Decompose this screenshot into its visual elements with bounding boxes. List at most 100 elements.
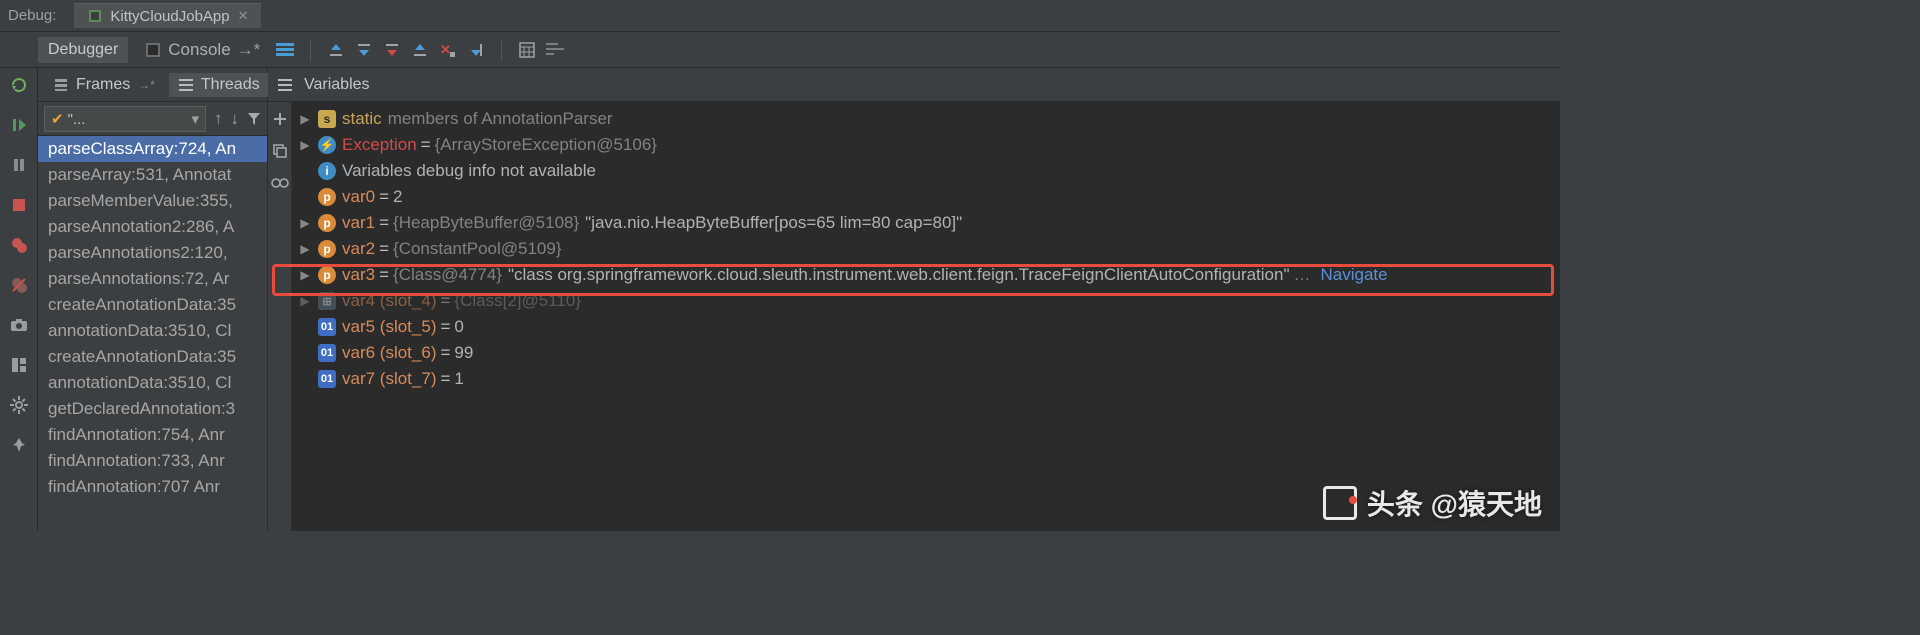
expand-icon[interactable]: ▶ bbox=[298, 112, 312, 126]
drop-frame-icon[interactable]: ✕ bbox=[439, 41, 457, 59]
pin-icon[interactable] bbox=[8, 434, 30, 456]
expand-icon[interactable]: ▶ bbox=[298, 294, 312, 308]
trace-icon[interactable] bbox=[546, 41, 564, 59]
frame-item[interactable]: parseAnnotation2:286, A bbox=[38, 214, 267, 240]
var-var7[interactable]: 01 var7 (slot_7) = 1 bbox=[298, 366, 1554, 392]
navigate-link[interactable]: Navigate bbox=[1321, 265, 1388, 285]
equals: = bbox=[440, 291, 450, 311]
var-var3[interactable]: ▶ p var3 = {Class@4774} "class org.sprin… bbox=[298, 262, 1554, 288]
next-frame-icon[interactable]: ↓ bbox=[231, 109, 240, 129]
console-tab[interactable]: Console →* bbox=[138, 36, 266, 64]
frame-item[interactable]: annotationData:3510, Cl bbox=[38, 318, 267, 344]
console-icon bbox=[144, 41, 162, 59]
param-badge: p bbox=[318, 188, 336, 206]
frame-item[interactable]: getDeclaredAnnotation:3 bbox=[38, 396, 267, 422]
add-watch-icon[interactable] bbox=[271, 110, 289, 128]
frame-item[interactable]: createAnnotationData:35 bbox=[38, 344, 267, 370]
frames-subtabs: Frames →* Threads →* bbox=[38, 68, 267, 102]
frame-item[interactable]: parseAnnotations:72, Ar bbox=[38, 266, 267, 292]
filter-icon[interactable] bbox=[247, 112, 261, 126]
threads-list-icon bbox=[177, 76, 195, 94]
pause-icon[interactable] bbox=[8, 154, 30, 176]
chevron-down-icon: ▾ bbox=[191, 110, 199, 128]
frame-item[interactable]: annotationData:3510, Cl bbox=[38, 370, 267, 396]
debugger-tab[interactable]: Debugger bbox=[38, 37, 128, 63]
frame-item[interactable]: parseMemberValue:355, bbox=[38, 188, 267, 214]
thread-selector[interactable]: ✔"... ▾ bbox=[44, 106, 206, 132]
frame-item[interactable]: findAnnotation:733, Anr bbox=[38, 448, 267, 474]
step-out-icon[interactable] bbox=[411, 41, 429, 59]
variables-body: ▶ s static members of AnnotationParser ▶… bbox=[268, 102, 1560, 531]
thread-name: "... bbox=[68, 111, 86, 128]
rerun-icon[interactable] bbox=[8, 74, 30, 96]
view-breakpoints-icon[interactable] bbox=[8, 234, 30, 256]
var-string: "class org.springframework.cloud.sleuth.… bbox=[508, 265, 1290, 285]
var-name: var1 bbox=[342, 213, 375, 233]
prev-frame-icon[interactable]: ↑ bbox=[214, 109, 223, 129]
var-var4[interactable]: ▶ ⊞ var4 (slot_4) = {Class[2]@5110} bbox=[298, 288, 1554, 314]
camera-icon[interactable] bbox=[8, 314, 30, 336]
info-badge: i bbox=[318, 162, 336, 180]
expand-icon[interactable]: ▶ bbox=[298, 242, 312, 256]
var-string: "java.nio.HeapByteBuffer[pos=65 lim=80 c… bbox=[585, 213, 962, 233]
var-var1[interactable]: ▶ p var1 = {HeapByteBuffer@5108} "java.n… bbox=[298, 210, 1554, 236]
threads-icon[interactable] bbox=[276, 41, 294, 59]
var-name: var2 bbox=[342, 239, 375, 259]
static-badge: s bbox=[318, 110, 336, 128]
resume-icon[interactable] bbox=[8, 114, 30, 136]
frame-item[interactable]: parseClassArray:724, An bbox=[38, 136, 267, 162]
stop-icon[interactable] bbox=[8, 194, 30, 216]
var-exception[interactable]: ▶ ⚡ Exception = {ArrayStoreException@510… bbox=[298, 132, 1554, 158]
equals: = bbox=[379, 213, 389, 233]
var-var6[interactable]: 01 var6 (slot_6) = 99 bbox=[298, 340, 1554, 366]
divider bbox=[501, 39, 502, 61]
step-over-icon[interactable] bbox=[355, 41, 373, 59]
layout-icon[interactable] bbox=[8, 354, 30, 376]
equals: = bbox=[421, 135, 431, 155]
param-badge: p bbox=[318, 266, 336, 284]
pin-icon: →* bbox=[237, 40, 261, 60]
copy-icon[interactable] bbox=[271, 142, 289, 160]
close-icon[interactable]: ✕ bbox=[238, 8, 249, 24]
run-to-cursor-icon[interactable] bbox=[467, 41, 485, 59]
param-badge: p bbox=[318, 240, 336, 258]
step-return-icon[interactable] bbox=[327, 41, 345, 59]
var-static[interactable]: ▶ s static members of AnnotationParser bbox=[298, 106, 1554, 132]
frame-item[interactable]: parseArray:531, Annotat bbox=[38, 162, 267, 188]
frames-tab[interactable]: Frames →* bbox=[44, 73, 163, 97]
frame-item[interactable]: findAnnotation:707 Anr bbox=[38, 474, 267, 500]
expand-icon[interactable]: ▶ bbox=[298, 268, 312, 282]
variables-tree[interactable]: ▶ s static members of AnnotationParser ▶… bbox=[292, 102, 1560, 531]
mute-breakpoints-icon[interactable] bbox=[8, 274, 30, 296]
var-name: var7 (slot_7) bbox=[342, 369, 436, 389]
run-config-tab[interactable]: KittyCloudJobApp ✕ bbox=[74, 3, 260, 28]
expand-icon[interactable]: ▶ bbox=[298, 138, 312, 152]
tab-title: KittyCloudJobApp bbox=[110, 8, 229, 25]
var-var5[interactable]: 01 var5 (slot_5) = 0 bbox=[298, 314, 1554, 340]
settings-icon[interactable] bbox=[8, 394, 30, 416]
evaluate-icon[interactable] bbox=[518, 41, 536, 59]
frame-list[interactable]: parseClassArray:724, AnparseArray:531, A… bbox=[38, 136, 267, 531]
frames-panel: Frames →* Threads →* ✔"... ▾ ↑ ↓ parseCl… bbox=[38, 68, 268, 531]
frame-item[interactable]: createAnnotationData:35 bbox=[38, 292, 267, 318]
step-into-icon[interactable] bbox=[383, 41, 401, 59]
var-name: static bbox=[342, 109, 382, 129]
debug-toolbar: Debugger Console →* ✕ bbox=[0, 32, 1560, 68]
info-text: Variables debug info not available bbox=[342, 161, 596, 181]
class-badge: ⚡ bbox=[318, 136, 336, 154]
debug-topbar: Debug: KittyCloudJobApp ✕ bbox=[0, 0, 1560, 32]
glasses-icon[interactable] bbox=[271, 174, 289, 192]
variables-label: Variables bbox=[304, 76, 370, 94]
threads-label: Threads bbox=[201, 76, 260, 94]
equals: = bbox=[440, 343, 450, 363]
var-type: {HeapByteBuffer@5108} bbox=[393, 213, 579, 233]
var-var2[interactable]: ▶ p var2 = {ConstantPool@5109} bbox=[298, 236, 1554, 262]
watermark-text: 头条 @猿天地 bbox=[1367, 483, 1542, 523]
variables-gutter bbox=[268, 102, 292, 531]
frame-item[interactable]: findAnnotation:754, Anr bbox=[38, 422, 267, 448]
var-var0[interactable]: p var0 = 2 bbox=[298, 184, 1554, 210]
svg-text:✕: ✕ bbox=[440, 42, 451, 57]
expand-icon[interactable]: ▶ bbox=[298, 216, 312, 230]
frame-item[interactable]: parseAnnotations2:120, bbox=[38, 240, 267, 266]
var-name: var6 (slot_6) bbox=[342, 343, 436, 363]
